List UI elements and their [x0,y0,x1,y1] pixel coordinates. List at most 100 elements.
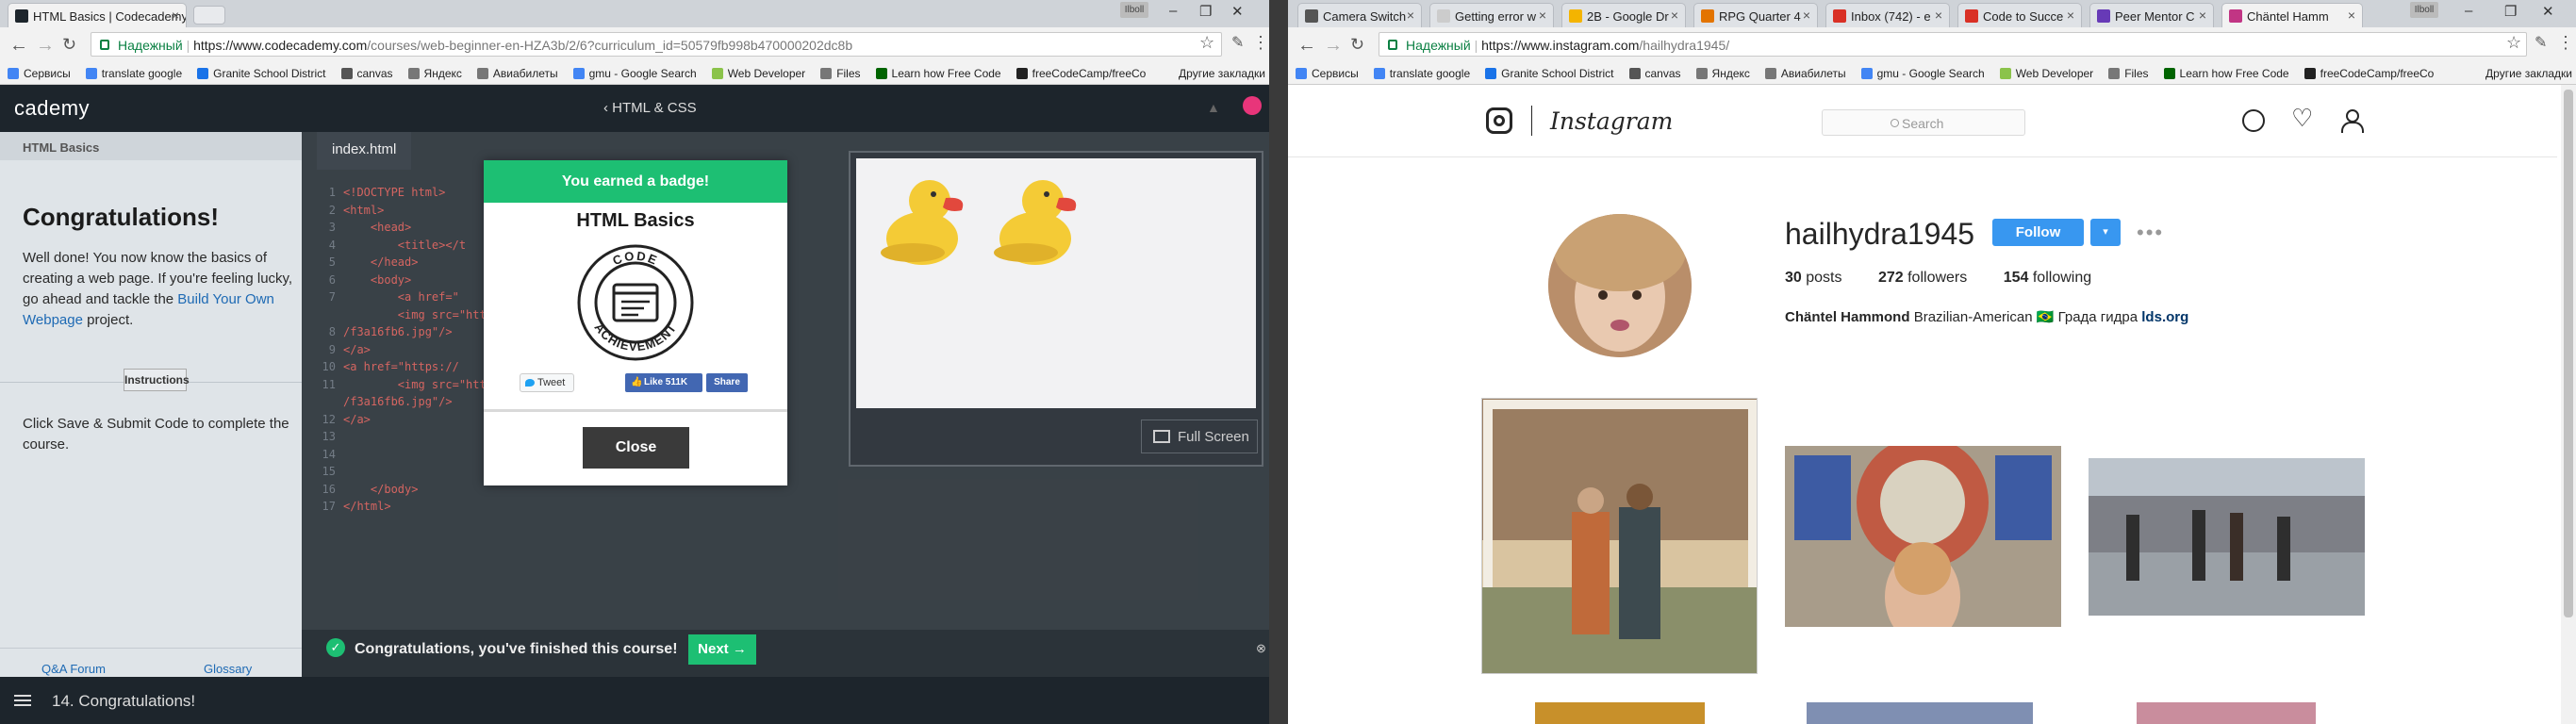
tweet-button[interactable]: Tweet [520,373,574,392]
bookmark-star-icon[interactable]: ☆ [1199,33,1214,53]
bookmark-item[interactable]: Авиабилеты [470,62,566,80]
close-tab-icon[interactable]: × [172,8,179,23]
facebook-like-button[interactable]: 👍 Like 511K [625,373,702,392]
close-tab-icon[interactable]: × [1935,8,1942,23]
instagram-wordmark[interactable]: Instagram [1550,107,1673,135]
close-tab-icon[interactable]: × [1803,8,1810,23]
close-tab-icon[interactable]: × [1671,8,1678,23]
bookmark-item[interactable]: Learn how Free Code [2156,62,2297,80]
forward-icon[interactable]: → [36,35,55,57]
browser-tab[interactable]: Peer Mentor C × [2089,3,2214,27]
bio-link[interactable]: lds.org [2141,309,2188,325]
extension-icon[interactable]: ✎ [2535,33,2547,52]
bookmark-item[interactable]: gmu - Google Search [1854,62,1992,80]
bookmark-item[interactable]: Авиабилеты [1758,62,1854,80]
search-input[interactable]: Search [1822,109,2025,136]
tab-codecademy[interactable]: HTML Basics | Codecademy × [8,3,187,27]
bookmark-item[interactable]: Granite School District [1478,62,1621,80]
explore-compass-icon[interactable] [2242,109,2265,132]
instructions-tab[interactable]: Instructions [124,369,190,391]
minimize-icon[interactable]: – [2465,3,2472,19]
bookmark-star-icon[interactable]: ☆ [2506,33,2521,53]
post-thumbnail[interactable] [1481,398,1758,674]
bookmark-item[interactable]: Web Developer [704,62,814,80]
post-thumbnail[interactable] [2089,458,2365,616]
close-tab-icon[interactable]: × [2067,8,2074,23]
bookmark-item[interactable]: gmu - Google Search [566,62,704,80]
notification-icon[interactable]: ▲ [1207,100,1220,115]
following-stat[interactable]: 154 following [2004,270,2091,286]
maximize-icon[interactable]: ❐ [1199,3,1212,20]
bookmark-item[interactable]: Files [813,62,867,80]
instagram-camera-icon[interactable] [1486,107,1512,134]
qa-forum-link[interactable]: Q&A Forum [41,662,106,676]
followers-stat[interactable]: 272 followers [1878,270,1967,286]
other-bookmarks-folder[interactable]: Другие закладки [2485,67,2572,80]
bookmark-item[interactable]: Яндекс [1689,62,1758,80]
close-tab-icon[interactable]: × [1539,8,1546,23]
browser-tab[interactable]: Inbox (742) - e × [1825,3,1950,27]
bookmark-item[interactable]: Web Developer [1992,62,2102,80]
bookmark-item[interactable]: freeCodeCamp/freeCo [1009,62,1154,80]
new-tab-button[interactable] [193,6,225,25]
profile-badge[interactable]: Ilboll [1120,2,1148,18]
activity-heart-icon[interactable]: ♡ [2291,104,2314,132]
bookmark-item[interactable]: translate google [78,62,190,80]
follow-dropdown-button[interactable]: ▾ [2090,219,2121,246]
bookmark-item[interactable]: canvas [1622,62,1689,80]
close-window-icon[interactable]: ✕ [2542,3,2554,20]
browser-tab[interactable]: 2B - Google Dr × [1561,3,1686,27]
codecademy-logo[interactable]: codecademy [14,96,868,302]
post-thumbnail[interactable] [1807,702,2033,724]
menu-dots-icon[interactable]: ⋮ [1252,33,1269,53]
minimize-icon[interactable]: – [1169,3,1177,19]
browser-tab[interactable]: Getting error w × [1429,3,1554,27]
reload-icon[interactable]: ↻ [62,35,76,55]
profile-icon[interactable] [2340,109,2364,133]
course-title[interactable]: ‹ HTML & CSS [603,100,697,116]
glossary-link[interactable]: Glossary [204,662,252,676]
bookmark-item[interactable]: translate google [1366,62,1478,80]
lesson-number[interactable]: 14. Congratulations! [52,692,195,711]
browser-tab[interactable]: Code to Succe × [1957,3,2082,27]
browser-tab[interactable]: RPG Quarter 4 × [1693,3,1818,27]
bookmark-item[interactable]: Learn how Free Code [868,62,1009,80]
facebook-share-button[interactable]: Share [706,373,748,392]
post-thumbnail[interactable] [1535,702,1705,724]
bookmark-item[interactable]: Granite School District [190,62,333,80]
dismiss-icon[interactable]: ⊗ [1256,641,1266,656]
next-button[interactable]: Next → [688,634,756,665]
scrollbar-thumb[interactable] [2564,90,2573,617]
bookmark-item[interactable]: Яндекс [401,62,470,80]
reload-icon[interactable]: ↻ [1350,35,1364,55]
bookmark-item[interactable]: Сервисы [0,62,78,80]
close-tab-icon[interactable]: × [2348,8,2355,23]
hamburger-menu-icon[interactable] [14,695,31,706]
more-options-icon[interactable]: ••• [2137,221,2164,245]
close-tab-icon[interactable]: × [2199,8,2206,23]
avatar[interactable] [1243,96,1262,115]
close-window-icon[interactable]: ✕ [1231,3,1244,20]
other-bookmarks-folder[interactable]: Другие закладки [1179,67,1265,80]
bookmark-item[interactable]: freeCodeCamp/freeCo [2297,62,2442,80]
menu-dots-icon[interactable]: ⋮ [2557,33,2574,53]
back-icon[interactable]: ← [1297,35,1316,57]
profile-badge[interactable]: Ilboll [2410,2,2438,18]
post-thumbnail[interactable] [2137,702,2316,724]
profile-avatar[interactable] [1548,214,1692,357]
url-bar[interactable]: Надежный | https://www.instagram.com/hai… [1379,32,2527,57]
back-icon[interactable]: ← [9,35,28,57]
bookmark-item[interactable]: canvas [334,62,401,80]
close-tab-icon[interactable]: × [1407,8,1414,23]
maximize-icon[interactable]: ❐ [2504,3,2517,20]
follow-button[interactable]: Follow [1992,219,2084,246]
bookmark-item[interactable]: Files [2101,62,2155,80]
url-bar[interactable]: Надежный | https://www.codecademy.com/co… [91,32,1222,57]
post-thumbnail[interactable] [1785,446,2061,627]
forward-icon[interactable]: → [1324,35,1343,57]
extension-icon[interactable]: ✎ [1231,33,1244,52]
browser-tab[interactable]: Camera Switch × [1297,3,1422,27]
close-modal-button[interactable]: Close [583,427,689,469]
bookmark-item[interactable]: Сервисы [1288,62,1366,80]
browser-tab[interactable]: Chäntel Hamm × [2221,3,2363,27]
